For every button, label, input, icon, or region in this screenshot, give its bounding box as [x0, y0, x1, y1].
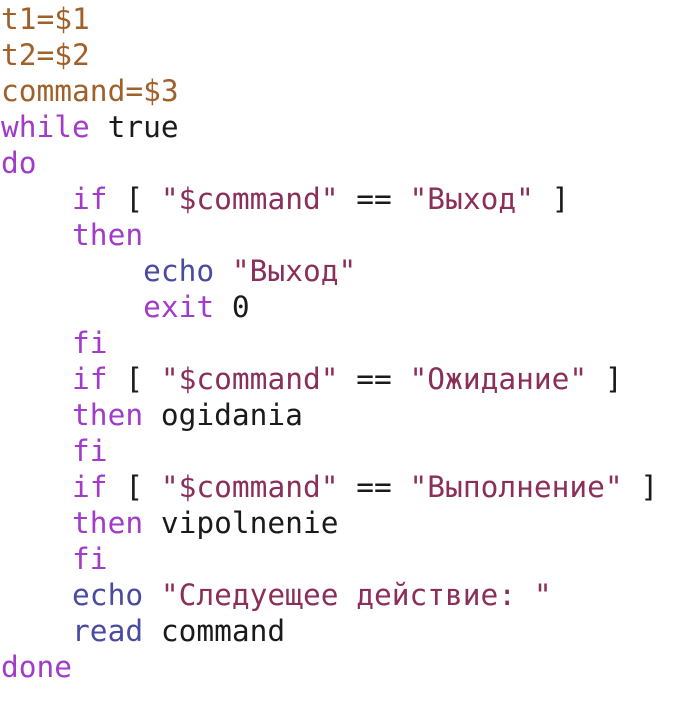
code-token: echo	[143, 254, 215, 288]
code-token: "Выход"	[409, 182, 534, 216]
code-line[interactable]: fi	[1, 325, 700, 361]
code-line[interactable]: while true	[1, 109, 700, 145]
code-token: "Выполнение"	[409, 470, 623, 504]
code-token: t1=$1	[1, 2, 90, 36]
code-line[interactable]: t1=$1	[1, 1, 700, 37]
code-token: while	[1, 110, 90, 144]
code-line[interactable]: echo "Следуещее действие: "	[1, 577, 700, 613]
code-token: "Ожидание"	[409, 362, 588, 396]
code-line[interactable]: read command	[1, 613, 700, 649]
code-line[interactable]: echo "Выход"	[1, 253, 700, 289]
code-token: ]	[533, 182, 570, 216]
code-token: do	[1, 146, 37, 180]
code-token: vipolnenie	[143, 506, 339, 540]
code-token: if	[72, 182, 108, 216]
code-line[interactable]: then	[1, 217, 700, 253]
code-token: ==	[338, 362, 410, 396]
code-token: [	[107, 470, 161, 504]
code-token: "$command"	[160, 470, 339, 504]
code-token: command	[143, 614, 286, 648]
code-token: 0	[214, 290, 250, 324]
code-token: "Следуещее действие: "	[160, 578, 552, 612]
code-token: fi	[72, 326, 108, 360]
code-token: if	[72, 362, 108, 396]
code-line[interactable]: then ogidania	[1, 397, 700, 433]
code-token: ]	[622, 470, 659, 504]
code-token: fi	[72, 542, 108, 576]
code-line[interactable]: fi	[1, 541, 700, 577]
code-token: ogidania	[143, 398, 303, 432]
code-line[interactable]: do	[1, 145, 700, 181]
code-token: done	[1, 650, 73, 684]
code-token: ]	[587, 362, 623, 396]
code-token: "$command"	[160, 182, 339, 216]
code-line[interactable]: done	[1, 649, 700, 685]
code-line[interactable]: fi	[1, 433, 700, 469]
code-token: read	[72, 614, 144, 648]
code-line[interactable]: then vipolnenie	[1, 505, 700, 541]
code-token: then	[72, 398, 144, 432]
code-token: if	[72, 470, 108, 504]
code-token: "$command"	[160, 362, 339, 396]
code-token: fi	[72, 434, 108, 468]
code-line[interactable]: command=$3	[1, 73, 700, 109]
code-token: ==	[338, 470, 410, 504]
code-line[interactable]: if [ "$command" == "Ожидание" ]	[1, 361, 700, 397]
code-line[interactable]: if [ "$command" == "Выход" ]	[1, 181, 700, 217]
code-token: [	[107, 182, 161, 216]
code-token: then	[72, 218, 144, 252]
code-editor[interactable]: t1=$1 t2=$2 command=$3 while true do if [ "$…	[0, 0, 700, 710]
code-token: true	[89, 110, 179, 144]
code-token: [	[107, 362, 161, 396]
code-token: exit	[143, 290, 215, 324]
code-token: "Выход"	[231, 254, 357, 288]
code-token: command=$3	[1, 74, 179, 108]
code-line[interactable]: t2=$2	[1, 37, 700, 73]
code-token: ==	[338, 182, 410, 216]
code-token: echo	[72, 578, 144, 612]
code-token: t2=$2	[1, 38, 90, 72]
code-line[interactable]: if [ "$command" == "Выполнение" ]	[1, 469, 700, 505]
code-token: then	[72, 506, 144, 540]
code-line[interactable]: exit 0	[1, 289, 700, 325]
